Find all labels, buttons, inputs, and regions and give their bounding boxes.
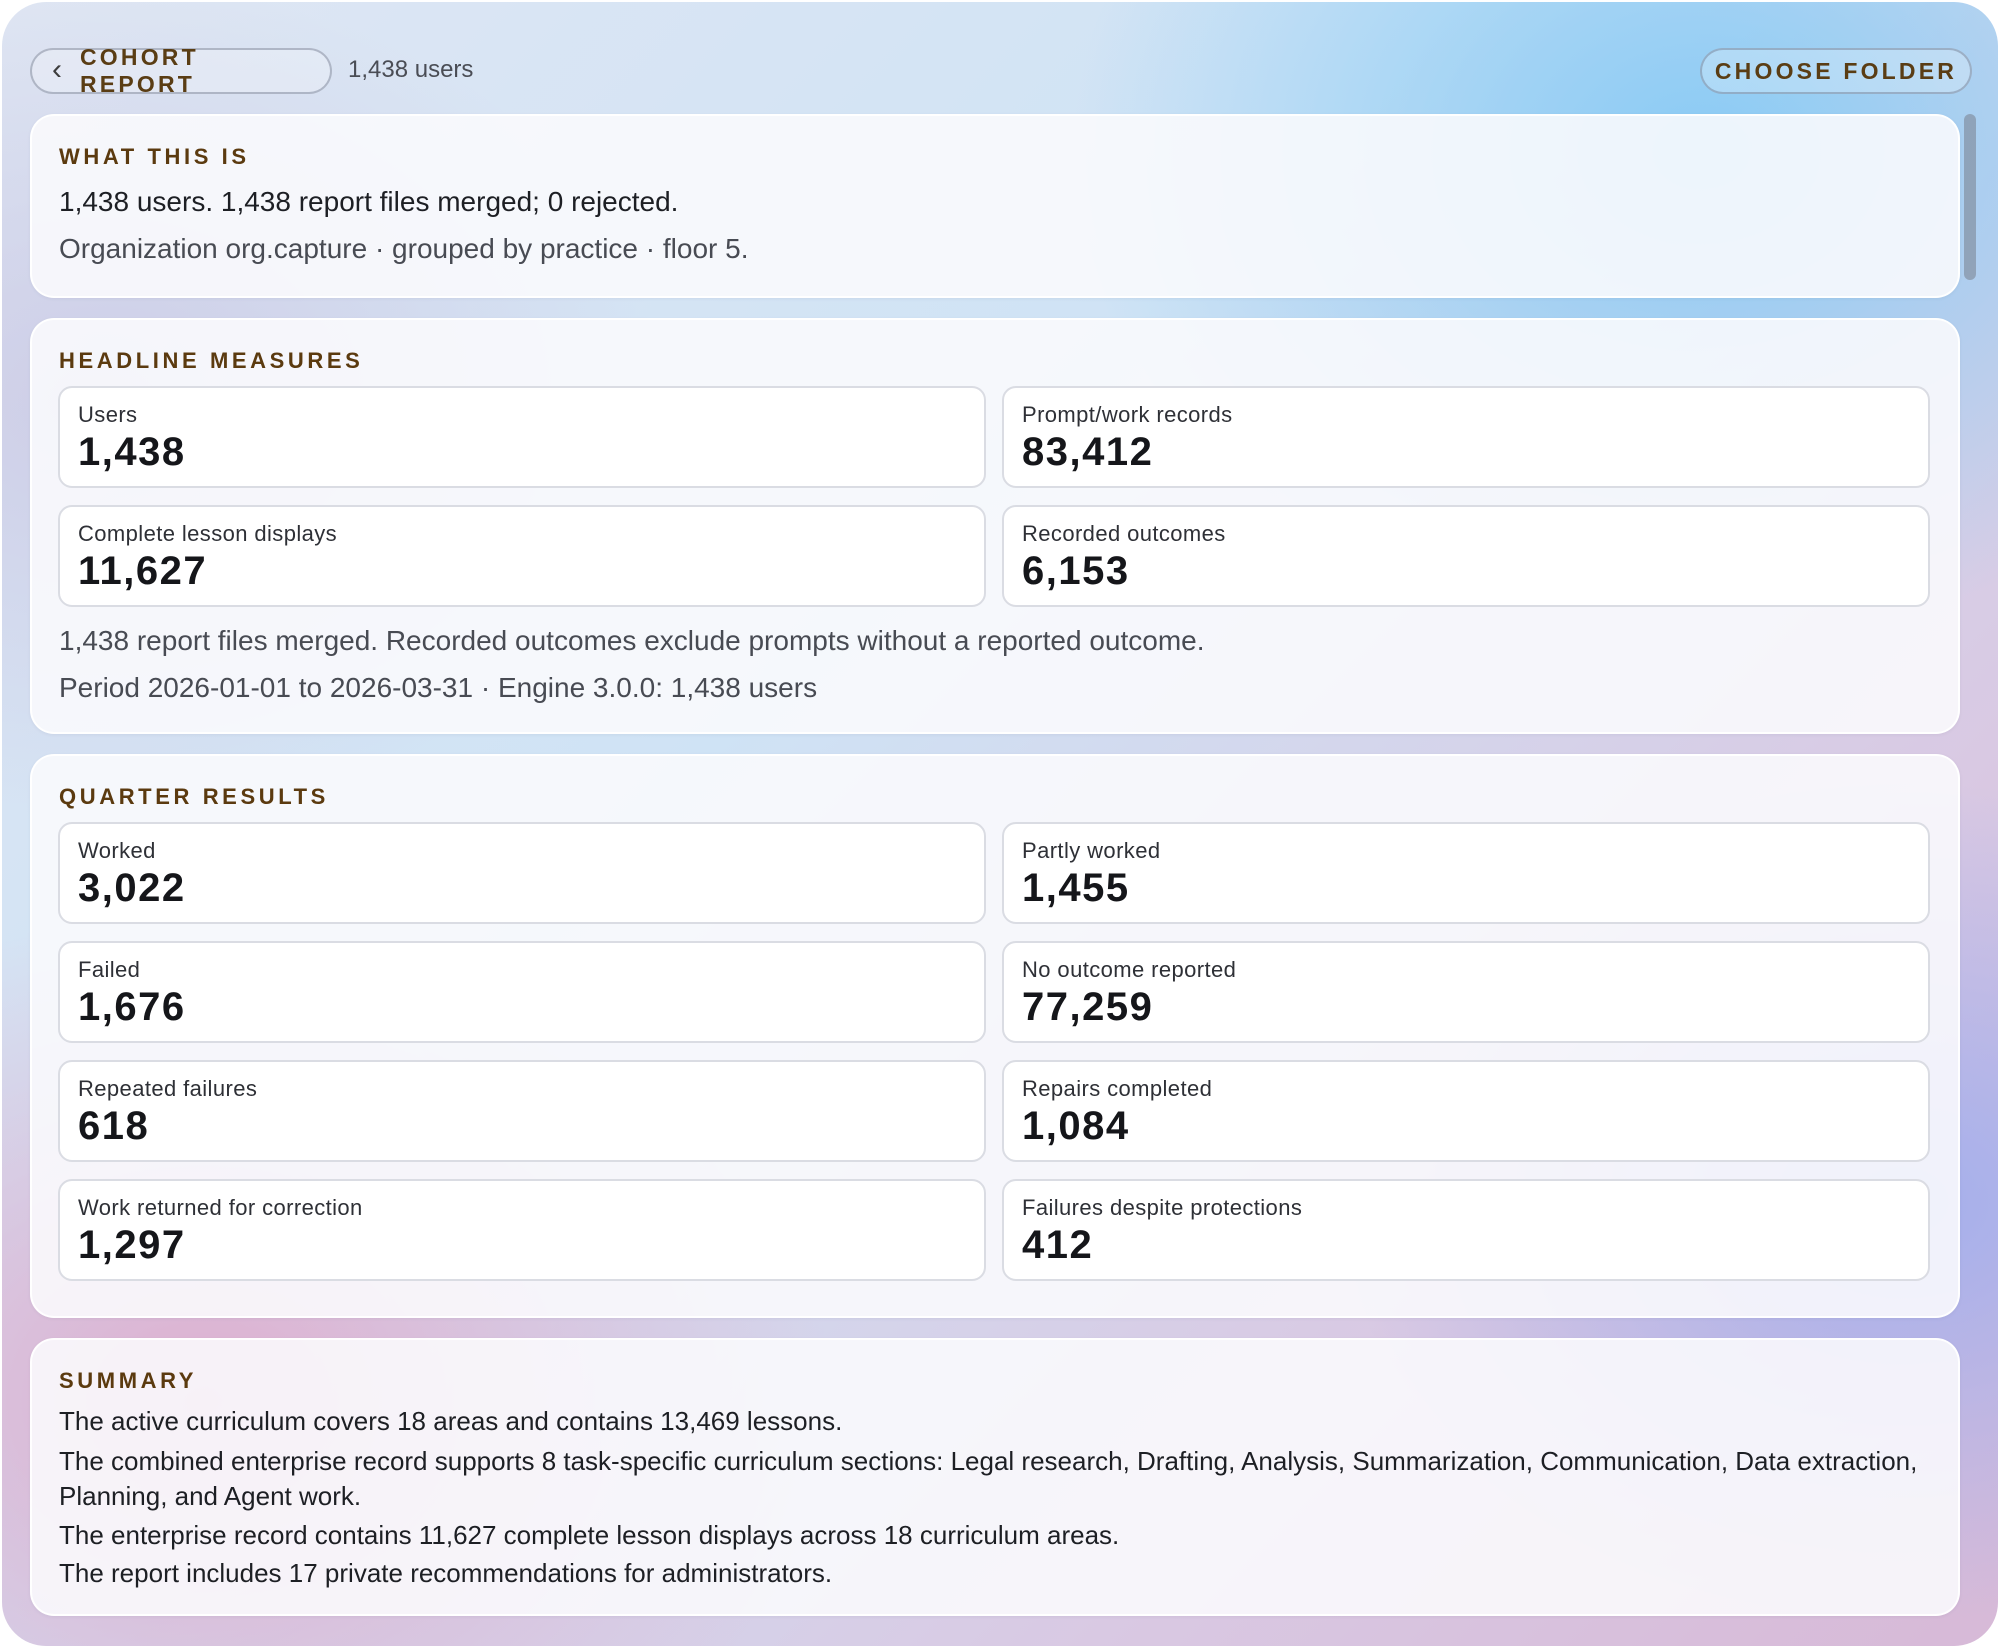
summary-line: 1,438 users. 1,438 report files merged; … bbox=[59, 186, 679, 217]
metric-card: Users 1,438 bbox=[58, 386, 986, 488]
metric-value: 412 bbox=[1022, 1223, 1094, 1267]
quarter-results-card: QUARTER RESULTS Worked 3,022 Partly work… bbox=[30, 754, 1960, 1318]
organization-line: Organization org.capture · grouped by pr… bbox=[59, 233, 749, 264]
metric-card: No outcome reported 77,259 bbox=[1002, 941, 1930, 1043]
metric-label: Work returned for correction bbox=[78, 1195, 363, 1220]
metric-label: Complete lesson displays bbox=[78, 521, 338, 546]
metric-card: Repairs completed 1,084 bbox=[1002, 1060, 1930, 1162]
metric-value: 83,412 bbox=[1022, 430, 1154, 474]
app-window: ‹ COHORT REPORT 1,438 users CHOOSE FOLDE… bbox=[2, 2, 1998, 1646]
what-this-is-card: WHAT THIS IS 1,438 users. 1,438 report f… bbox=[30, 114, 1960, 298]
metric-value: 6,153 bbox=[1022, 549, 1130, 593]
metric-card: Repeated failures 618 bbox=[58, 1060, 986, 1162]
metric-label: Prompt/work records bbox=[1022, 402, 1233, 427]
metric-label: No outcome reported bbox=[1022, 957, 1237, 982]
user-count: 1,438 users bbox=[348, 56, 474, 83]
metric-label: Repairs completed bbox=[1022, 1076, 1213, 1101]
metric-label: Failures despite protections bbox=[1022, 1195, 1303, 1220]
summary-card: SUMMARY The active curriculum covers 18 … bbox=[30, 1338, 1960, 1616]
metric-label: Recorded outcomes bbox=[1022, 521, 1226, 546]
metric-value: 1,455 bbox=[1022, 866, 1130, 910]
headline-note: 1,438 report files merged. Recorded outc… bbox=[59, 625, 1205, 656]
metric-value: 1,084 bbox=[1022, 1104, 1130, 1148]
section-title: WHAT THIS IS bbox=[59, 144, 250, 169]
headline-measures-card: HEADLINE MEASURES Users 1,438 Prompt/wor… bbox=[30, 318, 1960, 734]
metric-value: 618 bbox=[78, 1104, 150, 1148]
metric-value: 1,297 bbox=[78, 1223, 186, 1267]
scrollbar-thumb[interactable] bbox=[1964, 114, 1976, 280]
period-note: Period 2026-01-01 to 2026-03-31 · Engine… bbox=[59, 672, 818, 703]
metric-card: Failed 1,676 bbox=[58, 941, 986, 1043]
metric-card: Failures despite protections 412 bbox=[1002, 1179, 1930, 1281]
metric-card: Complete lesson displays 11,627 bbox=[58, 505, 986, 607]
section-title: HEADLINE MEASURES bbox=[59, 348, 364, 373]
scrollbar-track[interactable] bbox=[1962, 114, 1974, 1614]
metric-value: 1,676 bbox=[78, 985, 186, 1029]
metric-label: Partly worked bbox=[1022, 838, 1161, 863]
back-button-label: COHORT REPORT bbox=[80, 44, 199, 97]
back-button[interactable]: ‹ COHORT REPORT bbox=[30, 44, 332, 97]
metric-label: Worked bbox=[78, 838, 156, 863]
metric-card: Work returned for correction 1,297 bbox=[58, 1179, 986, 1281]
section-title: QUARTER RESULTS bbox=[59, 784, 329, 809]
metric-card: Recorded outcomes 6,153 bbox=[1002, 505, 1930, 607]
metric-card: Partly worked 1,455 bbox=[1002, 822, 1930, 924]
metric-label: Users bbox=[78, 402, 138, 427]
metric-card: Worked 3,022 bbox=[58, 822, 986, 924]
metric-value: 3,022 bbox=[78, 866, 186, 910]
metric-value: 1,438 bbox=[78, 430, 186, 474]
summary-text-line: The enterprise record contains 11,627 co… bbox=[59, 1520, 1120, 1550]
metric-value: 77,259 bbox=[1022, 985, 1154, 1029]
metric-label: Failed bbox=[78, 957, 141, 982]
choose-folder-button[interactable]: CHOOSE FOLDER bbox=[1700, 48, 1972, 94]
chevron-left-icon: ‹ bbox=[52, 52, 62, 86]
section-title: SUMMARY bbox=[59, 1368, 198, 1393]
metric-value: 11,627 bbox=[78, 549, 208, 593]
summary-text-line: The active curriculum covers 18 areas an… bbox=[59, 1406, 843, 1436]
metric-label: Repeated failures bbox=[78, 1076, 258, 1101]
summary-text-line: The report includes 17 private recommend… bbox=[59, 1558, 833, 1588]
summary-text-line: The combined enterprise record supports … bbox=[59, 1446, 1918, 1511]
metric-card: Prompt/work records 83,412 bbox=[1002, 386, 1930, 488]
